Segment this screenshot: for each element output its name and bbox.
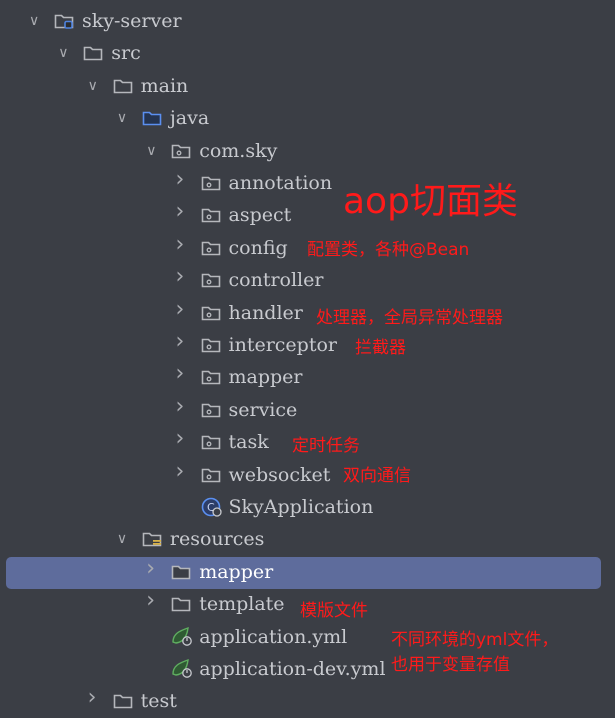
tree-item-label: mapper bbox=[199, 560, 274, 583]
tree-item-src[interactable]: ∨ src bbox=[0, 38, 615, 70]
chevron-right-icon[interactable]: › bbox=[146, 590, 160, 612]
tree-item-label: annotation bbox=[228, 172, 333, 194]
source-folder-icon bbox=[142, 110, 162, 126]
folder-icon bbox=[113, 78, 133, 94]
spring-yml-icon bbox=[171, 658, 193, 678]
tree-item-main[interactable]: ∨ main bbox=[0, 71, 615, 103]
module-folder-icon bbox=[54, 13, 74, 29]
tree-item-label: interceptor bbox=[228, 334, 337, 356]
tree-item-handler[interactable]: › handler bbox=[0, 298, 615, 330]
tree-item-com-sky[interactable]: ∨ com.sky bbox=[0, 136, 615, 168]
annotation-config: 配置类，各种@Bean bbox=[307, 240, 470, 260]
tree-item-label: handler bbox=[228, 301, 303, 324]
tree-item-label: template bbox=[199, 593, 285, 616]
tree-item-skyapplication[interactable]: C SkyApplication bbox=[0, 492, 615, 524]
folder-icon bbox=[113, 693, 133, 709]
tree-item-controller[interactable]: › controller bbox=[0, 265, 615, 297]
tree-item-mapper[interactable]: › mapper bbox=[6, 556, 601, 589]
tree-item-sky-server[interactable]: ∨ sky-server bbox=[0, 6, 615, 38]
chevron-right-icon[interactable]: › bbox=[88, 687, 102, 709]
package-icon bbox=[201, 467, 221, 483]
chevron-down-icon[interactable]: ∨ bbox=[29, 12, 43, 30]
tree-item-label: com.sky bbox=[199, 139, 278, 162]
annotation-interceptor: 拦截器 bbox=[355, 338, 406, 358]
folder-icon bbox=[171, 564, 191, 580]
tree-item-label: SkyApplication bbox=[228, 496, 374, 518]
chevron-down-icon[interactable]: ∨ bbox=[117, 109, 131, 127]
package-icon bbox=[201, 240, 221, 256]
chevron-right-icon[interactable]: › bbox=[176, 363, 190, 385]
tree-item-java[interactable]: ∨ java bbox=[0, 103, 615, 135]
tree-item-mapper[interactable]: › mapper bbox=[0, 362, 615, 394]
package-icon bbox=[201, 434, 221, 450]
tree-item-label: application.yml bbox=[199, 625, 348, 648]
tree-item-service[interactable]: › service bbox=[0, 395, 615, 427]
tree-item-websocket[interactable]: › websocket bbox=[0, 460, 615, 492]
folder-icon bbox=[171, 596, 191, 612]
tree-item-aspect[interactable]: › aspect bbox=[0, 200, 615, 232]
tree-item-resources[interactable]: ∨ resources bbox=[0, 524, 615, 556]
annotation-handler: 处理器，全局异常处理器 bbox=[316, 308, 503, 328]
chevron-right-icon[interactable]: › bbox=[176, 298, 190, 320]
tree-item-test[interactable]: › test bbox=[0, 686, 615, 718]
tree-item-label: aspect bbox=[228, 204, 292, 227]
chevron-right-icon[interactable]: › bbox=[176, 395, 190, 417]
package-icon bbox=[201, 272, 221, 288]
package-icon bbox=[201, 207, 221, 223]
tree-item-label: java bbox=[169, 107, 210, 130]
tree-item-label: application-dev.yml bbox=[199, 658, 386, 680]
tree-item-label: test bbox=[140, 690, 177, 713]
chevron-right-icon[interactable]: › bbox=[176, 460, 190, 482]
spring-yml-icon bbox=[171, 626, 193, 646]
annotation-aspect: aop切面类 bbox=[343, 181, 518, 222]
chevron-right-icon[interactable]: › bbox=[176, 331, 190, 353]
tree-item-label: resources bbox=[169, 528, 265, 551]
chevron-right-icon[interactable]: › bbox=[176, 233, 190, 255]
annotation-template: 模版文件 bbox=[300, 601, 368, 621]
package-icon bbox=[201, 305, 221, 321]
annotation-yml-1: 不同环境的yml文件， bbox=[391, 630, 559, 650]
package-icon bbox=[171, 143, 191, 159]
chevron-down-icon[interactable]: ∨ bbox=[117, 530, 131, 548]
tree-item-label: config bbox=[228, 236, 288, 259]
annotation-websocket: 双向通信 bbox=[343, 466, 411, 486]
tree-item-label: controller bbox=[228, 269, 324, 292]
package-icon bbox=[201, 402, 221, 418]
tree-item-interceptor[interactable]: › interceptor bbox=[0, 330, 615, 362]
chevron-down-icon[interactable]: ∨ bbox=[58, 44, 72, 62]
annotation-task: 定时任务 bbox=[292, 436, 360, 456]
tree-item-annotation[interactable]: › annotation bbox=[0, 168, 615, 200]
spring-boot-class-icon: C bbox=[201, 497, 222, 517]
tree-item-label: task bbox=[228, 431, 269, 454]
chevron-down-icon[interactable]: ∨ bbox=[146, 142, 160, 160]
package-icon bbox=[201, 337, 221, 353]
chevron-right-icon[interactable]: › bbox=[176, 428, 190, 450]
chevron-down-icon[interactable]: ∨ bbox=[88, 77, 102, 95]
tree-item-application-dev-yml[interactable]: application-dev.yml bbox=[0, 654, 615, 686]
tree-item-label: src bbox=[111, 42, 141, 65]
tree-item-label: sky-server bbox=[82, 10, 182, 32]
folder-icon bbox=[83, 45, 103, 61]
package-icon bbox=[201, 369, 221, 385]
tree-item-label: service bbox=[228, 398, 298, 421]
chevron-right-icon[interactable]: › bbox=[146, 557, 160, 579]
chevron-right-icon[interactable]: › bbox=[176, 169, 190, 191]
tree-item-label: websocket bbox=[228, 463, 331, 486]
annotation-yml-2: 也用于变量存值 bbox=[391, 655, 510, 675]
tree-item-label: mapper bbox=[228, 366, 303, 389]
chevron-right-icon[interactable]: › bbox=[176, 266, 190, 288]
resources-folder-icon bbox=[142, 531, 162, 547]
package-icon bbox=[201, 175, 221, 191]
chevron-right-icon[interactable]: › bbox=[176, 201, 190, 223]
tree-item-label: main bbox=[140, 74, 189, 97]
